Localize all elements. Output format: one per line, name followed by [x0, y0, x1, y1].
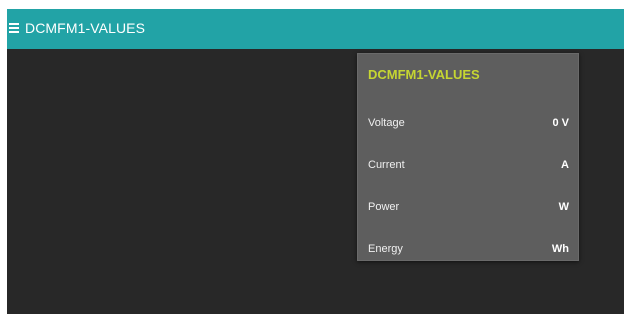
row-energy: Energy Wh [358, 240, 580, 260]
page-title: DCMFM1-VALUES [25, 20, 146, 36]
top-bar: DCMFM1-VALUES [7, 9, 624, 49]
voltage-label: Voltage [368, 117, 405, 129]
voltage-unit: V [561, 117, 569, 129]
current-label: Current [368, 159, 405, 171]
voltage-value: 0V [553, 116, 569, 130]
row-current: Current A [358, 156, 580, 176]
voltage-number: 0 [552, 117, 559, 129]
energy-unit: Wh [551, 243, 569, 255]
values-panel: DCMFM1-VALUES Voltage 0V Current A Power… [357, 53, 579, 261]
power-value: W [559, 200, 569, 214]
power-label: Power [368, 201, 400, 213]
panel-title: DCMFM1-VALUES [368, 67, 480, 82]
row-power: Power W [358, 198, 580, 218]
power-unit: W [558, 201, 569, 213]
current-value: A [561, 158, 569, 172]
current-unit: A [561, 159, 569, 171]
hamburger-menu-icon[interactable] [9, 23, 19, 33]
app-window: DCMFM1-VALUES DCMFM1-VALUES Voltage 0V C… [7, 9, 624, 314]
row-voltage: Voltage 0V [358, 114, 580, 134]
energy-value: Wh [552, 242, 569, 256]
energy-label: Energy [368, 243, 403, 255]
